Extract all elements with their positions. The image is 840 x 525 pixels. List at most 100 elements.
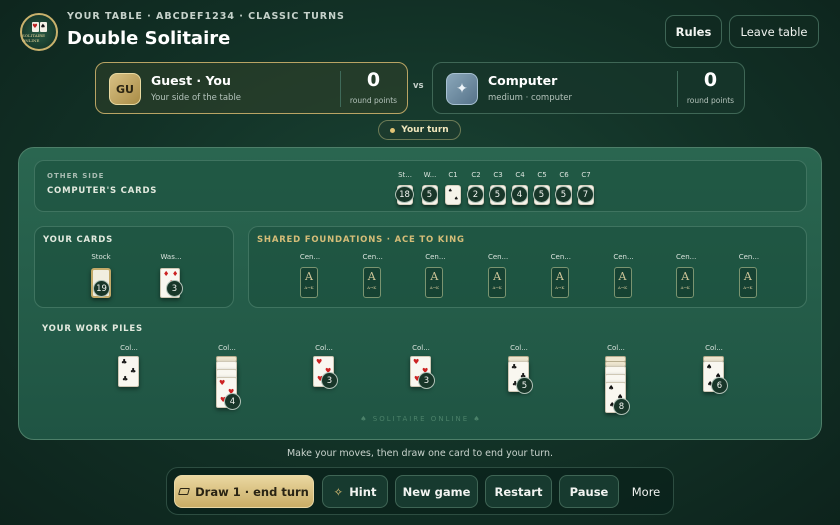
foundation-slot[interactable]: A A→K xyxy=(550,267,569,298)
opponent-pile-label: C4 xyxy=(515,171,525,179)
draw-label: Draw 1 · end turn xyxy=(195,484,309,499)
turn-indicator: Your turn xyxy=(378,120,461,140)
app-logo: ♥ ♠ SOLITAIRE ONLINE xyxy=(20,13,58,51)
versus-label: vs xyxy=(413,81,424,91)
other-side-panel: OTHER SIDE COMPUTER'S CARDS St... 18 W... 5… xyxy=(34,160,807,212)
player-subtitle: Your side of the table xyxy=(151,93,242,103)
foundation-label: Cen... xyxy=(613,253,634,261)
foundation-letter: A xyxy=(555,270,564,283)
foundation-range: A→K xyxy=(555,285,565,290)
foundation-letter: A xyxy=(305,270,313,283)
avatar: GU xyxy=(109,73,141,105)
player-name: Guest · You xyxy=(151,73,231,88)
foundation-letter: A xyxy=(681,270,690,283)
draw-end-turn-button[interactable]: Draw 1 · end turn xyxy=(174,475,314,508)
instruction-text: Make your moves, then draw one card to e… xyxy=(286,448,554,459)
opponent-pile-label: C5 xyxy=(537,171,547,179)
hint-label: Hint xyxy=(349,484,377,499)
foundation-letter: A xyxy=(743,270,752,283)
player-card-computer: ✦ Computer medium · computer 0 round poi… xyxy=(432,62,745,114)
opponent-pile-label: C7 xyxy=(581,171,591,179)
more-button[interactable]: More xyxy=(625,475,667,508)
work-pile-label: Col... xyxy=(412,344,430,352)
work-pile-label: Col... xyxy=(607,344,625,352)
opponent-pile-count: 7 xyxy=(577,186,594,203)
work-piles-title: YOUR WORK PILES xyxy=(42,324,143,334)
hint-button[interactable]: ✧ Hint xyxy=(322,475,388,508)
player-score: 0 xyxy=(366,69,381,91)
foundation-letter: A xyxy=(367,270,376,283)
foundation-label: Cen... xyxy=(362,253,383,261)
foundation-slot[interactable]: A A→K xyxy=(425,267,444,298)
opponent-pile-count: 4 xyxy=(511,186,528,203)
table-watermark: ♠ SOLITAIRE ONLINE ♠ xyxy=(360,415,482,423)
work-pile-label: Col... xyxy=(705,344,723,352)
work-pile-label: Col... xyxy=(218,344,236,352)
opponent-pile-count: 5 xyxy=(555,186,572,203)
rules-button[interactable]: Rules xyxy=(665,15,722,48)
your-cards-panel: YOUR CARDS Stock 19 Was... ♦♦ ♦ 3 xyxy=(34,226,234,308)
opponent-pile-count: 18 xyxy=(395,186,414,203)
opponent-pile: ♠ ♠ xyxy=(445,185,461,205)
foundation-label: Cen... xyxy=(425,253,446,261)
foundation-range: A→K xyxy=(680,285,690,290)
player-name: Computer xyxy=(488,73,558,88)
foundation-slot[interactable]: A A→K xyxy=(488,267,507,298)
work-pile-count: 6 xyxy=(711,377,728,394)
stock-label: Stock xyxy=(91,253,111,261)
waste-label: Was... xyxy=(160,253,182,261)
foundation-range: A→K xyxy=(367,285,377,290)
waste-count: 3 xyxy=(166,280,183,297)
foundation-slot[interactable]: A A→K xyxy=(300,267,318,298)
foundation-label: Cen... xyxy=(550,253,571,261)
work-pile-count: 3 xyxy=(418,372,435,389)
opponent-pile-count: 5 xyxy=(533,186,550,203)
opponent-pile-count: 2 xyxy=(467,186,484,203)
foundation-slot[interactable]: A A→K xyxy=(613,267,632,298)
turn-dot-icon xyxy=(390,127,396,133)
page-title: Double Solitaire xyxy=(67,28,231,49)
other-side-title: COMPUTER'S CARDS xyxy=(47,186,158,196)
pause-button[interactable]: Pause xyxy=(559,475,619,508)
foundation-label: Cen... xyxy=(487,253,509,261)
foundation-range: A→K xyxy=(743,285,753,290)
opponent-pile-label: C1 xyxy=(448,171,458,179)
work-pile-count: 3 xyxy=(321,372,338,389)
new-game-button[interactable]: New game xyxy=(395,475,478,508)
other-side-kicker: OTHER SIDE xyxy=(47,172,105,180)
action-bar: Draw 1 · end turn ✧ Hint New game Restar… xyxy=(166,467,674,515)
work-pile-label: Col... xyxy=(120,344,138,352)
your-cards-title: YOUR CARDS xyxy=(43,235,114,245)
work-pile-count: 4 xyxy=(224,393,241,410)
foundation-slot[interactable]: A A→K xyxy=(362,267,381,298)
player-card-you: GU Guest · You Your side of the table 0 … xyxy=(95,62,408,114)
foundation-range: A→K xyxy=(492,285,502,290)
foundation-label: Cen... xyxy=(738,253,760,261)
leave-table-button[interactable]: Leave table xyxy=(729,15,819,48)
foundation-range: A→K xyxy=(617,285,628,290)
work-pile-count: 8 xyxy=(613,398,630,415)
divider xyxy=(340,71,341,107)
score-label: round points xyxy=(349,96,398,105)
opponent-pile-count: 5 xyxy=(489,186,506,203)
stock-count: 19 xyxy=(93,280,110,297)
foundations-title: SHARED FOUNDATIONS · ACE TO KING xyxy=(257,235,465,245)
foundation-label: Cen... xyxy=(676,253,697,261)
foundation-letter: A xyxy=(493,270,502,283)
foundation-letter: A xyxy=(430,270,439,283)
card-icon xyxy=(178,488,191,495)
turn-label: Your turn xyxy=(401,125,449,135)
foundation-letter: A xyxy=(618,270,627,283)
foundation-range: A→K xyxy=(304,285,314,290)
foundation-slot[interactable]: A A→K xyxy=(738,267,757,298)
sparkle-icon: ✦ xyxy=(446,73,478,105)
work-pile-top-card[interactable]: ♣♣♣ xyxy=(118,356,139,387)
foundation-slot[interactable]: A A→K xyxy=(676,267,695,298)
sparkle-icon: ✧ xyxy=(333,484,344,499)
restart-button[interactable]: Restart xyxy=(485,475,552,508)
divider xyxy=(677,71,678,107)
game-table: OTHER SIDE COMPUTER'S CARDS St... 18 W... 5… xyxy=(18,147,822,440)
foundation-label: Cen... xyxy=(299,253,321,261)
opponent-pile-label: St... xyxy=(398,171,412,179)
work-pile-label: Col... xyxy=(510,344,528,352)
